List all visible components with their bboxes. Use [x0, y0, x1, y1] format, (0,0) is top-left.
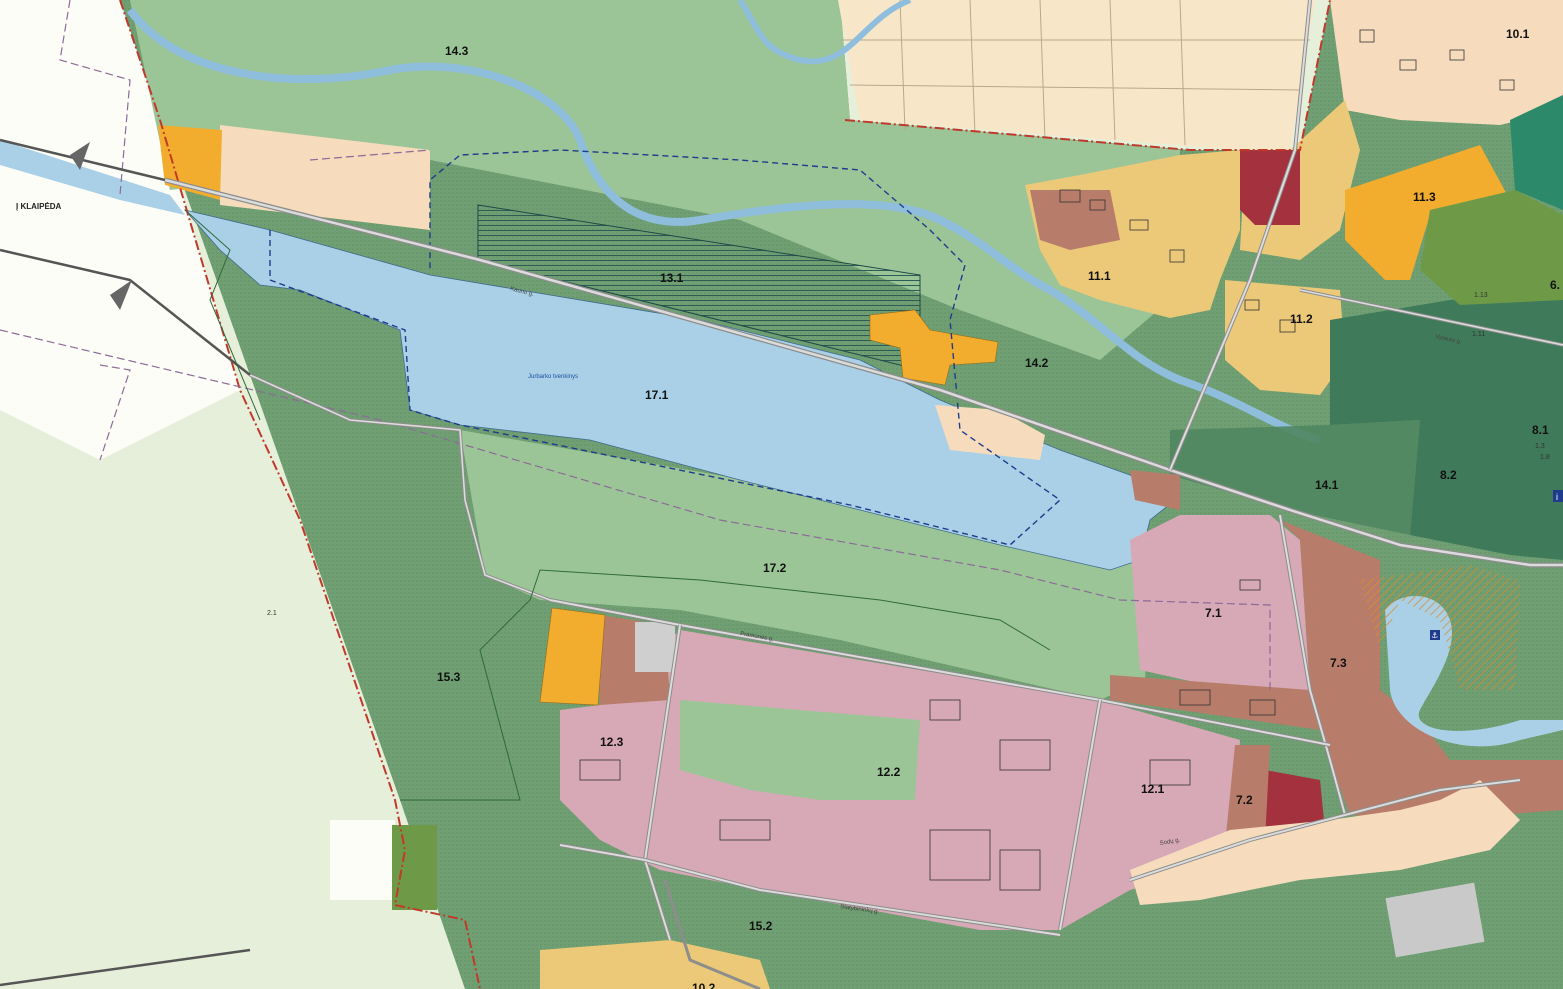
grey-zone-12-3	[635, 622, 675, 672]
zone-label-13-1: 13.1	[660, 271, 684, 285]
anchor-icon-glyph: ⚓	[1431, 631, 1438, 640]
zone-label-10-1: 10.1	[1506, 27, 1530, 41]
zone-label-14-1: 14.1	[1315, 478, 1339, 492]
zone-label-6: 6.	[1550, 278, 1560, 292]
zone-label-14-2: 14.2	[1025, 356, 1049, 370]
zone-label-17-1: 17.1	[645, 388, 669, 402]
map-svg: 14.3 13.1 17.1 14.2 11.1 11.2 11.3 10.1 …	[0, 0, 1563, 989]
minor-label-1-13: 1.13	[1474, 292, 1488, 299]
zone-label-8-1: 8.1	[1532, 423, 1549, 437]
minor-label-1-8: 1.8	[1540, 454, 1550, 461]
zone-label-8-2: 8.2	[1440, 468, 1457, 482]
info-icon[interactable]	[1553, 490, 1563, 502]
zone-label-15-3: 15.3	[437, 670, 461, 684]
direction-label: Į KLAIPĖDA	[16, 202, 62, 211]
map-canvas[interactable]: 14.3 13.1 17.1 14.2 11.1 11.2 11.3 10.1 …	[0, 0, 1563, 989]
zone-label-12-1: 12.1	[1141, 782, 1165, 796]
zone-label-11-1: 11.1	[1088, 269, 1111, 283]
zone-label-11-3: 11.3	[1413, 190, 1436, 204]
zone-label-12-2: 12.2	[877, 765, 901, 779]
zone-label-15-2: 15.2	[749, 919, 773, 933]
green-block-sw	[392, 825, 437, 910]
mixed-zone-11-1	[1030, 190, 1120, 250]
zone-label-14-3: 14.3	[445, 44, 469, 58]
zone-label-7-2: 7.2	[1236, 793, 1253, 807]
zone-label-7-3: 7.3	[1330, 656, 1347, 670]
zone-label-10-2: 10.2	[692, 981, 716, 989]
minor-label-1-3: 1.3	[1535, 443, 1545, 450]
minor-label-1-11: 1.11	[1472, 331, 1485, 338]
residential-zone-10-1	[1330, 0, 1563, 125]
white-block-sw	[330, 820, 395, 900]
zone-label-2-1: 2.1	[267, 610, 277, 617]
zone-label-7-1: 7.1	[1205, 606, 1222, 620]
info-icon-glyph: i	[1556, 492, 1558, 502]
reservoir-name: Jurbarko tvenkinys	[528, 374, 578, 380]
zone-label-17-2: 17.2	[763, 561, 787, 575]
zone-label-12-3: 12.3	[600, 735, 624, 749]
zone-label-11-2: 11.2	[1290, 312, 1313, 326]
